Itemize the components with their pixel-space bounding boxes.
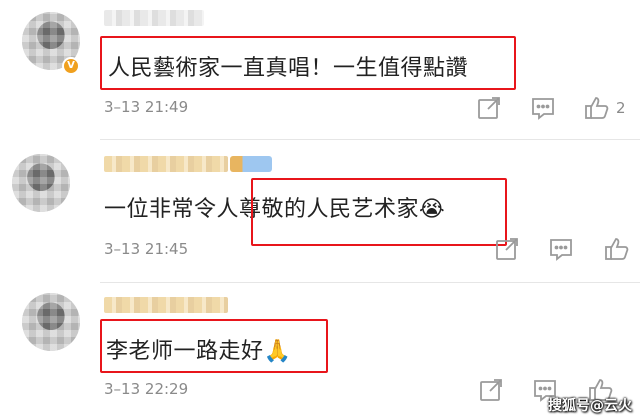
- username-blurred[interactable]: [104, 297, 228, 313]
- share-icon[interactable]: [494, 236, 520, 262]
- user-badge: [230, 156, 272, 172]
- avatar-blur: [22, 293, 80, 351]
- comment-icon[interactable]: [530, 95, 556, 121]
- avatar[interactable]: [12, 154, 70, 212]
- comment-item: V 人民藝術家一直真唱！一生值得點讚 3–13 21:49 2: [0, 0, 640, 140]
- comment-time: 3–13 22:29: [104, 380, 189, 398]
- share-icon[interactable]: [476, 95, 502, 121]
- avatar-blur: [12, 154, 70, 212]
- thumbs-up-icon[interactable]: [604, 236, 630, 262]
- highlight-box: [251, 178, 507, 246]
- thumbs-up-icon[interactable]: [584, 95, 610, 121]
- like-count: 2: [616, 99, 626, 117]
- avatar[interactable]: [22, 293, 80, 351]
- comment-time: 3–13 21:49: [104, 98, 189, 116]
- username-blurred[interactable]: [104, 156, 228, 172]
- comment-time: 3–13 21:45: [104, 240, 189, 258]
- highlight-box: [100, 36, 516, 90]
- comment-icon[interactable]: [548, 236, 574, 262]
- highlight-box: [100, 319, 328, 373]
- watermark: 搜狐号@云火: [548, 398, 632, 414]
- comment-item: 一位非常令人尊敬的人民艺术家😭 3–13 21:45: [0, 140, 640, 280]
- comment-item: 李老师一路走好🙏 3–13 22:29: [0, 283, 640, 419]
- username-blurred[interactable]: [104, 10, 204, 26]
- verified-badge-icon: V: [62, 57, 80, 75]
- share-icon[interactable]: [478, 377, 504, 403]
